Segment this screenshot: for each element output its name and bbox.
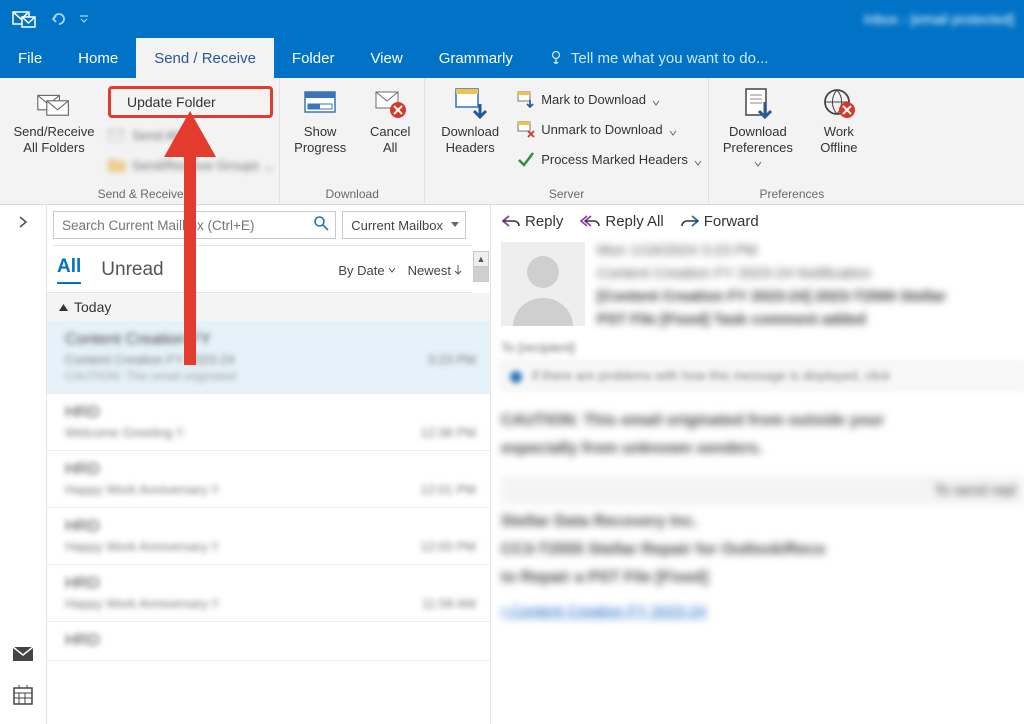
tab-folder[interactable]: Folder <box>274 38 353 78</box>
send-all-button[interactable]: Send All <box>108 122 273 148</box>
folder-icon <box>108 156 126 174</box>
info-bar[interactable]: If there are problems with how this mess… <box>501 361 1024 390</box>
process-marked-headers-button[interactable]: Process Marked Headers <box>517 146 702 172</box>
ribbon-group-label: Server <box>549 185 584 204</box>
message-list-scrollbar[interactable]: ▲ <box>472 205 490 293</box>
chevron-down-icon <box>694 155 702 163</box>
qat-dropdown-icon[interactable] <box>80 15 88 23</box>
mark-to-download-button[interactable]: Mark to Download <box>517 86 702 112</box>
send-receive-groups-button[interactable]: Send/Receive Groups <box>108 152 273 178</box>
message-item[interactable]: HRD Happy Work Anniversary !!11:58 AM <box>47 565 490 622</box>
calendar-icon[interactable] <box>13 685 33 710</box>
undo-icon[interactable] <box>50 10 68 28</box>
sort-by-date[interactable]: By Date <box>338 263 395 278</box>
tab-send-receive[interactable]: Send / Receive <box>136 38 274 78</box>
ribbon-group-label: Download <box>326 185 379 204</box>
content-area: Current Mailbox All Unread By Date Newes… <box>0 205 1024 724</box>
mark-download-icon <box>517 90 535 108</box>
subject2: PST File [Fixed] Task comment added <box>597 311 1024 328</box>
show-progress-button[interactable]: Show Progress <box>286 82 354 155</box>
date-group-today[interactable]: Today <box>47 293 490 321</box>
message-body: CAUTION: This email originated from outs… <box>501 400 1024 620</box>
progress-icon <box>302 86 338 122</box>
app-icon <box>10 8 38 30</box>
sender-avatar <box>501 242 585 326</box>
chevron-down-icon <box>265 161 273 169</box>
work-offline-button[interactable]: Work Offline <box>809 82 869 155</box>
to-line: To [recipient] <box>501 340 1024 355</box>
cancel-all-icon <box>372 86 408 122</box>
title-bar: Inbox - [email protected] <box>0 0 1024 38</box>
unmark-to-download-button[interactable]: Unmark to Download <box>517 116 702 142</box>
folder-pane-collapsed <box>0 205 47 724</box>
search-input-wrap[interactable] <box>53 211 336 239</box>
reply-button[interactable]: Reply <box>501 213 563 230</box>
sent-time: Mon 1/16/2024 3:23 PM <box>597 242 1024 259</box>
download-headers-icon <box>452 86 488 122</box>
send-all-icon <box>108 126 126 144</box>
message-item[interactable]: HRD <box>47 622 490 661</box>
tab-view[interactable]: View <box>352 38 420 78</box>
download-preferences-icon <box>740 86 776 122</box>
tab-file[interactable]: File <box>0 38 60 78</box>
filter-all[interactable]: All <box>57 256 81 284</box>
ribbon-group-label: Send & Receive <box>98 185 184 204</box>
ribbon-group-send-receive: Send/Receive All Folders Update Folder S… <box>2 78 280 204</box>
tab-home[interactable]: Home <box>60 38 136 78</box>
reply-all-button[interactable]: Reply All <box>579 213 663 230</box>
ribbon-group-preferences: Download Preferences Work Offline Prefer… <box>709 78 875 204</box>
filter-unread[interactable]: Unread <box>101 259 163 281</box>
mail-icon[interactable] <box>12 646 34 667</box>
search-icon[interactable] <box>313 215 329 236</box>
subject: [Content Creation FY 2023-24] 2023-T2500… <box>597 288 1024 305</box>
message-list-pane: Current Mailbox All Unread By Date Newes… <box>47 205 490 724</box>
message-item[interactable]: HRD Happy Work Anniversary !!12:01 PM <box>47 451 490 508</box>
sort-newest[interactable]: Newest <box>408 263 462 278</box>
ribbon-group-download: Show Progress Cancel All Download <box>280 78 425 204</box>
tell-me-search[interactable]: Tell me what you want to do... <box>531 38 769 78</box>
cancel-all-button[interactable]: Cancel All <box>362 82 418 155</box>
search-input[interactable] <box>62 218 313 233</box>
expand-folder-pane-icon[interactable] <box>17 215 29 233</box>
chevron-down-icon <box>754 155 762 163</box>
update-folder-button[interactable]: Update Folder <box>108 86 273 118</box>
search-scope-select[interactable]: Current Mailbox <box>342 211 466 239</box>
chevron-down-icon <box>669 125 677 133</box>
envelopes-icon <box>36 86 72 122</box>
ribbon: Send/Receive All Folders Update Folder S… <box>0 78 1024 205</box>
message-item[interactable]: HRD Welcome Greeting !!12:38 PM <box>47 394 490 451</box>
reading-pane: Reply Reply All Forward Mon 1/16/2024 3:… <box>490 205 1024 724</box>
window-title: Inbox - [email protected] <box>864 11 1014 27</box>
check-icon <box>517 150 535 168</box>
send-receive-all-folders-button[interactable]: Send/Receive All Folders <box>8 82 100 155</box>
work-offline-icon <box>821 86 857 122</box>
unmark-download-icon <box>517 120 535 138</box>
forward-button[interactable]: Forward <box>680 213 759 230</box>
download-headers-button[interactable]: Download Headers <box>431 82 509 155</box>
tab-grammarly[interactable]: Grammarly <box>421 38 531 78</box>
ribbon-group-server: Download Headers Mark to Download Unmark… <box>425 78 709 204</box>
sender-name: Content Creation FY 2023-24 Notification <box>597 265 1024 282</box>
download-preferences-button[interactable]: Download Preferences <box>715 82 801 163</box>
message-item[interactable]: Content Creation FY Content Creation FY … <box>47 321 490 394</box>
ribbon-group-label: Preferences <box>760 185 825 204</box>
chevron-down-icon <box>652 95 660 103</box>
message-item[interactable]: HRD Happy Work Anniversary !!12:00 PM <box>47 508 490 565</box>
menu-bar: File Home Send / Receive Folder View Gra… <box>0 38 1024 78</box>
